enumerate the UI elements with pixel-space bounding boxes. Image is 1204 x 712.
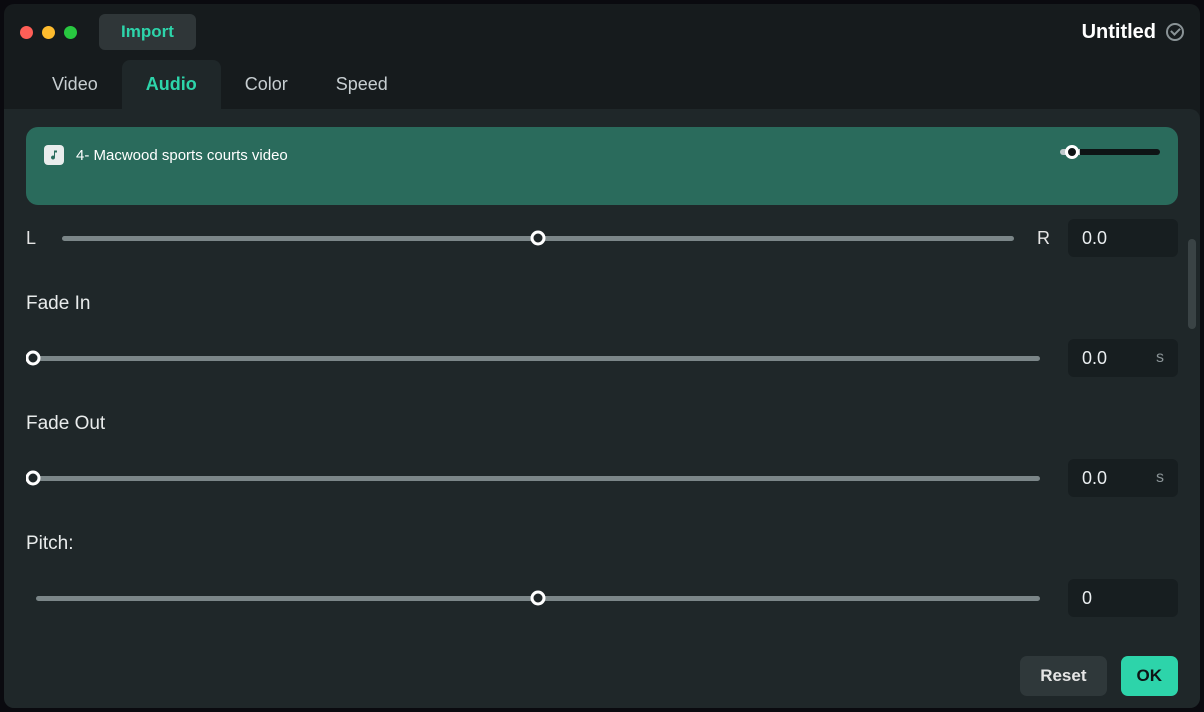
pitch-slider-thumb[interactable] [531, 591, 546, 606]
close-window-button[interactable] [20, 26, 33, 39]
import-button[interactable]: Import [99, 14, 196, 50]
fade-out-section: Fade Out 0.0 s [26, 413, 1178, 497]
pan-slider-thumb[interactable] [531, 231, 546, 246]
music-icon [44, 145, 64, 165]
minimize-window-button[interactable] [42, 26, 55, 39]
scrollbar-thumb[interactable] [1188, 239, 1196, 329]
pitch-label: Pitch: [26, 533, 1178, 555]
volume-slider-thumb[interactable] [1065, 145, 1079, 159]
fade-in-label: Fade In [26, 293, 1178, 315]
fade-in-unit: s [1156, 349, 1164, 367]
reset-button[interactable]: Reset [1020, 656, 1106, 696]
scroll-area: 4- Macwood sports courts video L R 0.0 [26, 127, 1178, 638]
volume-slider[interactable] [1060, 145, 1160, 159]
fade-in-slider-thumb[interactable] [26, 351, 41, 366]
ok-button[interactable]: OK [1121, 656, 1179, 696]
content-panel: 4- Macwood sports courts video L R 0.0 [4, 109, 1200, 708]
fade-in-section: Fade In 0.0 s [26, 293, 1178, 377]
fade-out-unit: s [1156, 469, 1164, 487]
window-controls [20, 26, 77, 39]
fade-in-slider[interactable] [26, 356, 1040, 361]
tab-audio[interactable]: Audio [122, 60, 221, 109]
tab-color[interactable]: Color [221, 60, 312, 109]
tab-bar: Video Audio Color Speed [4, 60, 1200, 109]
titlebar: Import Untitled [4, 4, 1200, 60]
pitch-slider[interactable] [36, 596, 1040, 601]
pan-slider[interactable] [62, 236, 1014, 241]
pitch-section: Pitch: 0 [26, 533, 1178, 617]
clip-banner[interactable]: 4- Macwood sports courts video [26, 127, 1178, 205]
pan-row: L R 0.0 [26, 219, 1178, 257]
zoom-window-button[interactable] [64, 26, 77, 39]
footer-buttons: Reset OK [1020, 656, 1178, 696]
pan-left-label: L [26, 228, 44, 249]
vertical-scrollbar[interactable] [1188, 239, 1196, 619]
fade-out-label: Fade Out [26, 413, 1178, 435]
tab-speed[interactable]: Speed [312, 60, 412, 109]
pitch-value: 0 [1082, 588, 1092, 609]
pan-right-label: R [1032, 228, 1050, 249]
status-check-icon [1166, 23, 1184, 41]
pitch-value-input[interactable]: 0 [1068, 579, 1178, 617]
fade-in-value-input[interactable]: 0.0 s [1068, 339, 1178, 377]
fade-out-slider[interactable] [26, 476, 1040, 481]
tab-video[interactable]: Video [28, 60, 122, 109]
fade-out-slider-thumb[interactable] [26, 471, 41, 486]
clip-title: 4- Macwood sports courts video [76, 147, 288, 164]
fade-out-value: 0.0 [1082, 468, 1107, 489]
fade-out-value-input[interactable]: 0.0 s [1068, 459, 1178, 497]
pan-value-input[interactable]: 0.0 [1068, 219, 1178, 257]
document-title: Untitled [1082, 21, 1156, 44]
pan-value: 0.0 [1082, 228, 1107, 249]
fade-in-value: 0.0 [1082, 348, 1107, 369]
app-window: Import Untitled Video Audio Color Speed … [4, 4, 1200, 708]
